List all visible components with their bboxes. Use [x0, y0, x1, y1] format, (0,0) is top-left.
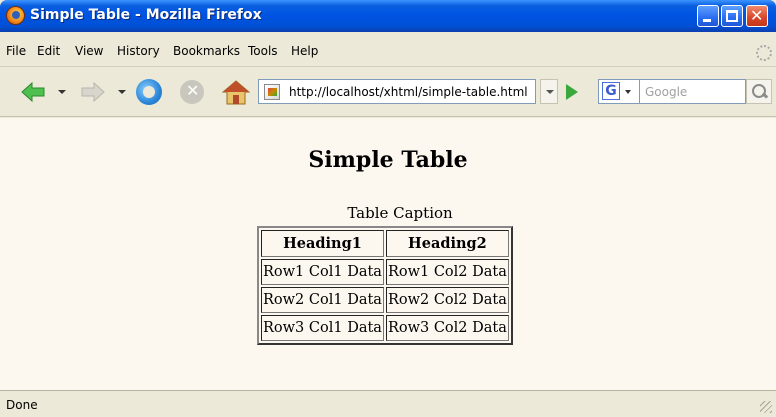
- forward-icon[interactable]: [80, 81, 106, 103]
- table-cell: Row3 Col1 Data: [261, 315, 384, 341]
- table-row: Row2 Col1 Data Row2 Col2 Data: [261, 287, 509, 313]
- forward-history-dropdown-icon[interactable]: [118, 90, 126, 94]
- page-favicon-icon: [264, 84, 280, 100]
- reload-icon[interactable]: [136, 79, 162, 105]
- menu-bar: File Edit View History Bookmarks Tools H…: [0, 32, 776, 67]
- close-button[interactable]: ✕: [746, 5, 768, 27]
- menu-help[interactable]: Help: [291, 44, 318, 58]
- window-title: Simple Table - Mozilla Firefox: [30, 7, 262, 23]
- url-bar[interactable]: http://localhost/xhtml/simple-table.html: [258, 79, 536, 104]
- status-text: Done: [6, 398, 38, 412]
- go-icon[interactable]: [566, 84, 578, 100]
- table-header-row: Heading1 Heading2: [261, 230, 509, 257]
- table-cell: Row1 Col2 Data: [385, 259, 509, 285]
- menu-view[interactable]: View: [75, 44, 103, 58]
- stop-icon[interactable]: ✕: [180, 80, 204, 104]
- activity-throbber-icon: [756, 45, 772, 61]
- table-cell: Row2 Col2 Data: [385, 287, 509, 313]
- simple-table: Heading1 Heading2 Row1 Col1 Data Row1 Co…: [257, 226, 513, 345]
- google-engine-icon: G: [602, 82, 620, 100]
- status-bar: Done: [0, 390, 776, 417]
- table-cell: Row1 Col1 Data: [261, 259, 384, 285]
- page-content: Simple Table Table Caption Heading1 Head…: [0, 118, 776, 390]
- menu-file[interactable]: File: [6, 44, 26, 58]
- back-history-dropdown-icon[interactable]: [58, 90, 66, 94]
- menu-tools[interactable]: Tools: [248, 44, 278, 58]
- window-titlebar: Simple Table - Mozilla Firefox ✕: [0, 0, 776, 32]
- table-row: Row3 Col1 Data Row3 Col2 Data: [261, 315, 509, 341]
- search-icon[interactable]: [746, 79, 772, 104]
- url-history-dropdown-icon[interactable]: [540, 79, 558, 104]
- firefox-logo-icon: [6, 6, 25, 25]
- maximize-icon: [726, 10, 738, 22]
- table-cell: Row2 Col1 Data: [261, 287, 384, 313]
- back-icon[interactable]: [20, 81, 46, 103]
- url-text[interactable]: http://localhost/xhtml/simple-table.html: [289, 85, 528, 99]
- maximize-button[interactable]: [721, 5, 743, 27]
- search-input[interactable]: [640, 79, 746, 104]
- minimize-button[interactable]: [697, 5, 719, 27]
- menu-history[interactable]: History: [117, 44, 160, 58]
- table-cell: Row3 Col2 Data: [385, 315, 509, 341]
- chevron-down-icon: [625, 90, 631, 94]
- page-title: Simple Table: [308, 147, 468, 173]
- close-icon: ✕: [750, 6, 764, 25]
- resize-grip-icon[interactable]: [760, 401, 772, 413]
- menu-bookmarks[interactable]: Bookmarks: [173, 44, 240, 58]
- navigation-toolbar: ✕ http://localhost/xhtml/simple-table.ht…: [0, 67, 776, 117]
- table-header-cell: Heading1: [261, 230, 384, 257]
- home-icon[interactable]: [222, 79, 250, 105]
- table-row: Row1 Col1 Data Row1 Col2 Data: [261, 259, 509, 285]
- table-header-cell: Heading2: [385, 230, 509, 257]
- minimize-icon: [703, 19, 711, 22]
- menu-edit[interactable]: Edit: [37, 44, 60, 58]
- table-caption: Table Caption: [347, 204, 453, 222]
- search-engine-selector[interactable]: G: [598, 79, 640, 104]
